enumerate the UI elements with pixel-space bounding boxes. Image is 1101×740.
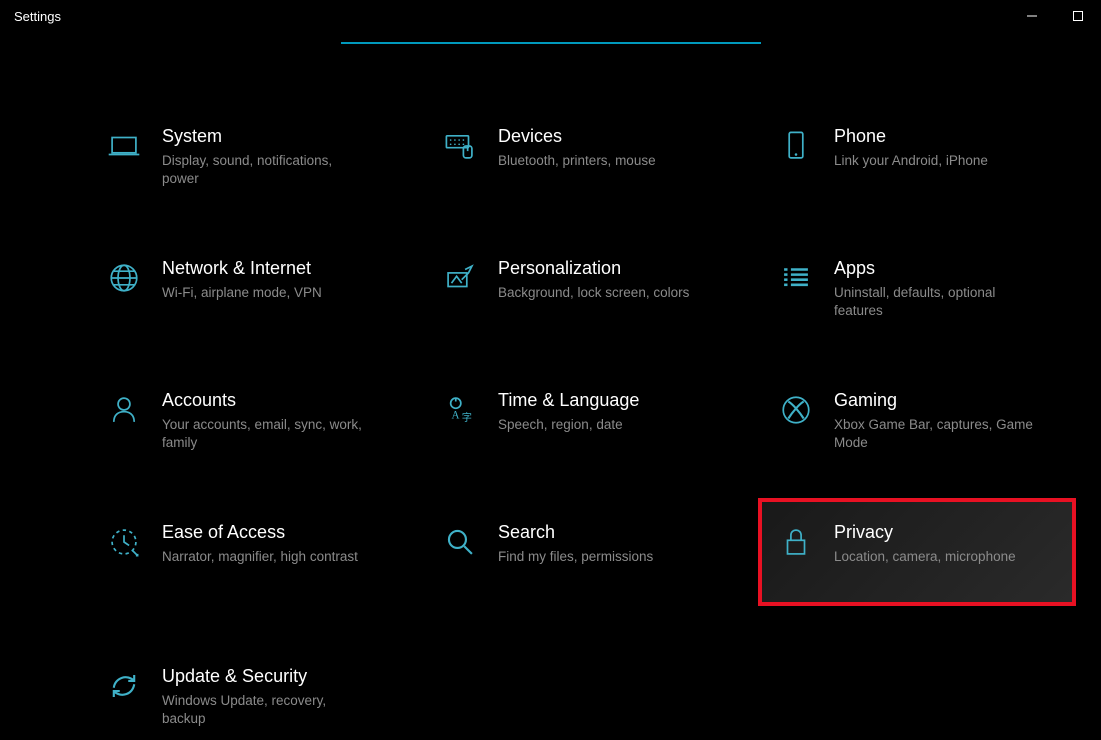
language-icon — [440, 390, 480, 430]
keyboard-icon — [440, 126, 480, 166]
category-phone[interactable]: Phone Link your Android, iPhone — [772, 120, 1072, 194]
category-desc: Find my files, permissions — [498, 548, 653, 566]
category-devices[interactable]: Devices Bluetooth, printers, mouse — [436, 120, 736, 194]
category-title: Personalization — [498, 258, 689, 280]
person-icon — [104, 390, 144, 430]
maximize-button[interactable] — [1055, 0, 1101, 32]
globe-icon — [104, 258, 144, 298]
category-title: Network & Internet — [162, 258, 322, 280]
category-system[interactable]: System Display, sound, notifications, pow… — [100, 120, 400, 194]
category-desc: Bluetooth, printers, mouse — [498, 152, 656, 170]
category-title: Apps — [834, 258, 1034, 280]
search-icon — [440, 522, 480, 562]
category-desc: Link your Android, iPhone — [834, 152, 988, 170]
category-update[interactable]: Update & Security Windows Update, recover… — [100, 660, 400, 734]
category-desc: Your accounts, email, sync, work, family — [162, 416, 362, 452]
category-title: Devices — [498, 126, 656, 148]
laptop-icon — [104, 126, 144, 166]
category-apps[interactable]: Apps Uninstall, defaults, optional featur… — [772, 252, 1072, 326]
window-title: Settings — [14, 9, 61, 24]
category-desc: Background, lock screen, colors — [498, 284, 689, 302]
category-title: Search — [498, 522, 653, 544]
xbox-icon — [776, 390, 816, 430]
category-desc: Narrator, magnifier, high contrast — [162, 548, 358, 566]
phone-icon — [776, 126, 816, 166]
category-title: Update & Security — [162, 666, 362, 688]
category-desc: Windows Update, recovery, backup — [162, 692, 362, 728]
update-icon — [104, 666, 144, 706]
category-title: Time & Language — [498, 390, 639, 412]
category-title: System — [162, 126, 362, 148]
category-title: Ease of Access — [162, 522, 358, 544]
category-accounts[interactable]: Accounts Your accounts, email, sync, work… — [100, 384, 400, 458]
category-personalization[interactable]: Personalization Background, lock screen, … — [436, 252, 736, 326]
category-desc: Location, camera, microphone — [834, 548, 1016, 566]
category-title: Accounts — [162, 390, 362, 412]
settings-grid: System Display, sound, notifications, pow… — [100, 120, 1001, 734]
category-search[interactable]: Search Find my files, permissions — [436, 516, 736, 602]
category-desc: Uninstall, defaults, optional features — [834, 284, 1034, 320]
paint-icon — [440, 258, 480, 298]
titlebar: Settings — [0, 0, 1101, 32]
category-time[interactable]: Time & Language Speech, region, date — [436, 384, 736, 458]
category-privacy[interactable]: Privacy Location, camera, microphone — [762, 502, 1072, 602]
category-desc: Xbox Game Bar, captures, Game Mode — [834, 416, 1034, 452]
ease-icon — [104, 522, 144, 562]
minimize-button[interactable] — [1009, 0, 1055, 32]
category-desc: Wi-Fi, airplane mode, VPN — [162, 284, 322, 302]
apps-icon — [776, 258, 816, 298]
category-desc: Display, sound, notifications, power — [162, 152, 362, 188]
category-network[interactable]: Network & Internet Wi-Fi, airplane mode, … — [100, 252, 400, 326]
window-controls — [1009, 0, 1101, 32]
category-desc: Speech, region, date — [498, 416, 639, 434]
category-title: Gaming — [834, 390, 1034, 412]
category-title: Privacy — [834, 522, 1016, 544]
lock-icon — [776, 522, 816, 562]
category-ease[interactable]: Ease of Access Narrator, magnifier, high … — [100, 516, 400, 602]
category-gaming[interactable]: Gaming Xbox Game Bar, captures, Game Mode — [772, 384, 1072, 458]
category-title: Phone — [834, 126, 988, 148]
